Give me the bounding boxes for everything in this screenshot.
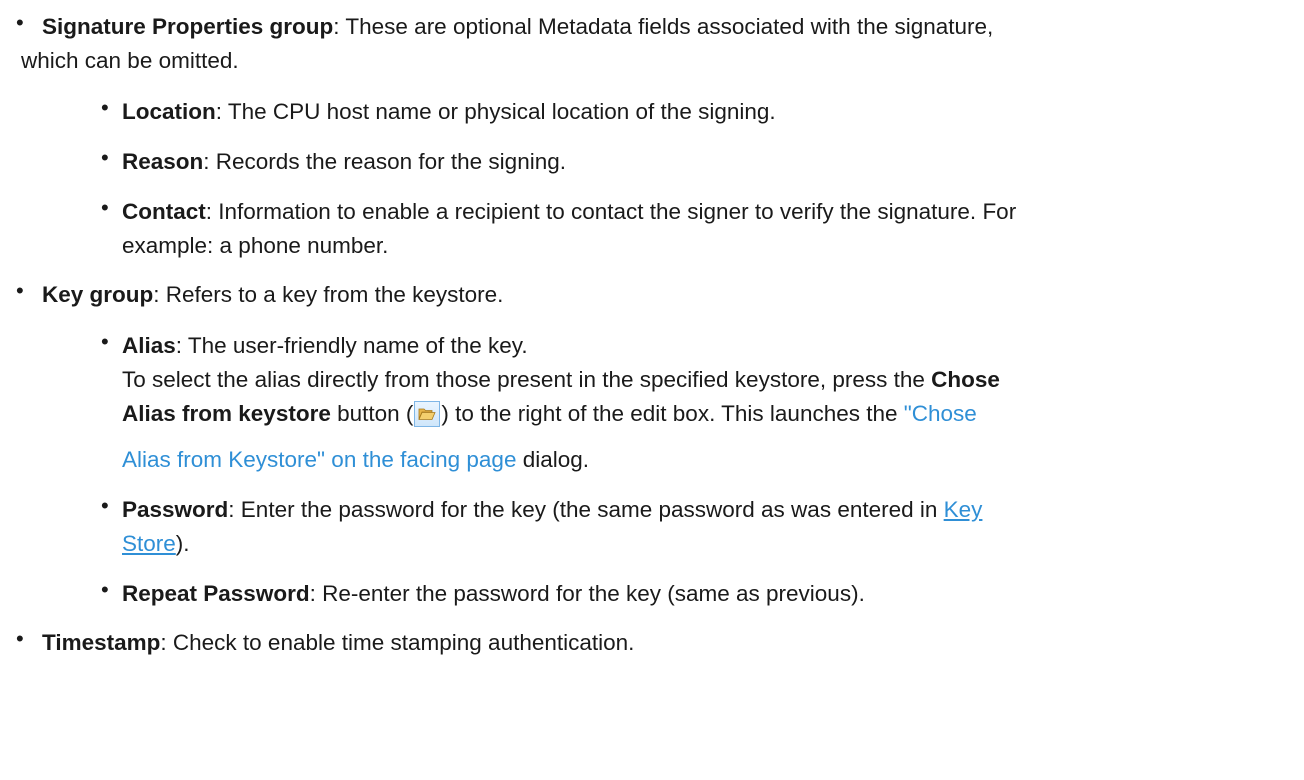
term-timestamp: Timestamp [42,630,161,655]
sublist-item-location: Location: The CPU host name or physical … [0,95,1290,129]
key-group-text: Key group: Refers to a key from the keys… [42,278,1290,312]
term-password: Password [122,497,229,522]
document-page: Signature Properties group: These are op… [0,0,1304,780]
open-folder-icon [418,408,437,420]
alias-line3-a: button ( [330,401,414,426]
password-desc: : Enter the password for the key (the sa… [228,497,944,522]
password-text: Password: Enter the password for the key… [122,493,1290,527]
alias-line2-text: To select the alias directly from those … [122,367,932,392]
password-line2: Store). [122,527,1290,561]
reason-desc: : Records the reason for the signing. [203,149,566,174]
key-group-sublist: Alias: The user-friendly name of the key… [42,329,1290,611]
sublist-item-alias: Alias: The user-friendly name of the key… [0,329,1290,477]
timestamp-desc: : Check to enable time stamping authenti… [160,630,635,655]
term-chose: Chose [931,367,1000,392]
timestamp-text: Timestamp: Check to enable time stamping… [42,626,1290,660]
sublist-item-password: Password: Enter the password for the key… [0,493,1290,561]
list-item-timestamp: Timestamp: Check to enable time stamping… [0,626,1290,660]
signature-properties-desc: : These are optional Metadata fields ass… [333,14,994,39]
list-item-key-group: Key group: Refers to a key from the keys… [0,278,1290,611]
chose-alias-button[interactable] [414,401,441,427]
password-end: ). [175,531,190,556]
contact-desc: : Information to enable a recipient to c… [205,199,1017,224]
repeat-password-desc: : Re-enter the password for the key (sam… [309,581,865,606]
signature-properties-desc-line2: which can be omitted. [21,48,239,73]
alias-line3-b: ) to the right of the edit box. This lau… [441,401,904,426]
alias-line4: Alias from Keystore" on the facing page … [122,443,1290,477]
key-store-link[interactable]: Key [944,497,983,522]
sublist-item-repeat-password: Repeat Password: Re-enter the password f… [0,577,1290,611]
location-desc: : The CPU host name or physical location… [215,99,776,124]
term-alias-from-keystore: Alias from keystore [122,401,331,426]
term-key-group: Key group [42,282,154,307]
chose-alias-link-cont[interactable]: Alias from Keystore" on the facing page [122,447,516,472]
term-signature-properties: Signature Properties group [42,14,334,39]
reason-text: Reason: Records the reason for the signi… [122,145,1290,179]
term-alias: Alias [122,333,176,358]
contact-text: Contact: Information to enable a recipie… [122,195,1290,229]
term-contact: Contact [122,199,206,224]
alias-text: Alias: The user-friendly name of the key… [122,329,1290,363]
sublist-item-contact: Contact: Information to enable a recipie… [0,195,1290,263]
term-repeat-password: Repeat Password [122,581,310,606]
term-location: Location [122,99,216,124]
signature-properties-sublist: Location: The CPU host name or physical … [42,95,1290,263]
alias-line3: Alias from keystore button ( ) to the rig… [122,397,1290,431]
repeat-password-text: Repeat Password: Re-enter the password f… [122,577,1290,611]
alias-line2: To select the alias directly from those … [122,363,1290,397]
main-list: Signature Properties group: These are op… [0,10,1290,660]
list-item-signature-properties: Signature Properties group: These are op… [0,10,1290,263]
alias-line4-end: dialog. [516,447,590,472]
signature-properties-text: Signature Properties group: These are op… [42,10,1290,44]
sublist-item-reason: Reason: Records the reason for the signi… [0,145,1290,179]
key-group-desc: : Refers to a key from the keystore. [153,282,504,307]
alias-desc: : The user-friendly name of the key. [175,333,528,358]
chose-alias-link[interactable]: "Chose [904,401,977,426]
location-text: Location: The CPU host name or physical … [122,95,1290,129]
term-reason: Reason [122,149,204,174]
key-store-link-cont[interactable]: Store [122,531,176,556]
contact-desc-line2: example: a phone number. [122,233,389,258]
